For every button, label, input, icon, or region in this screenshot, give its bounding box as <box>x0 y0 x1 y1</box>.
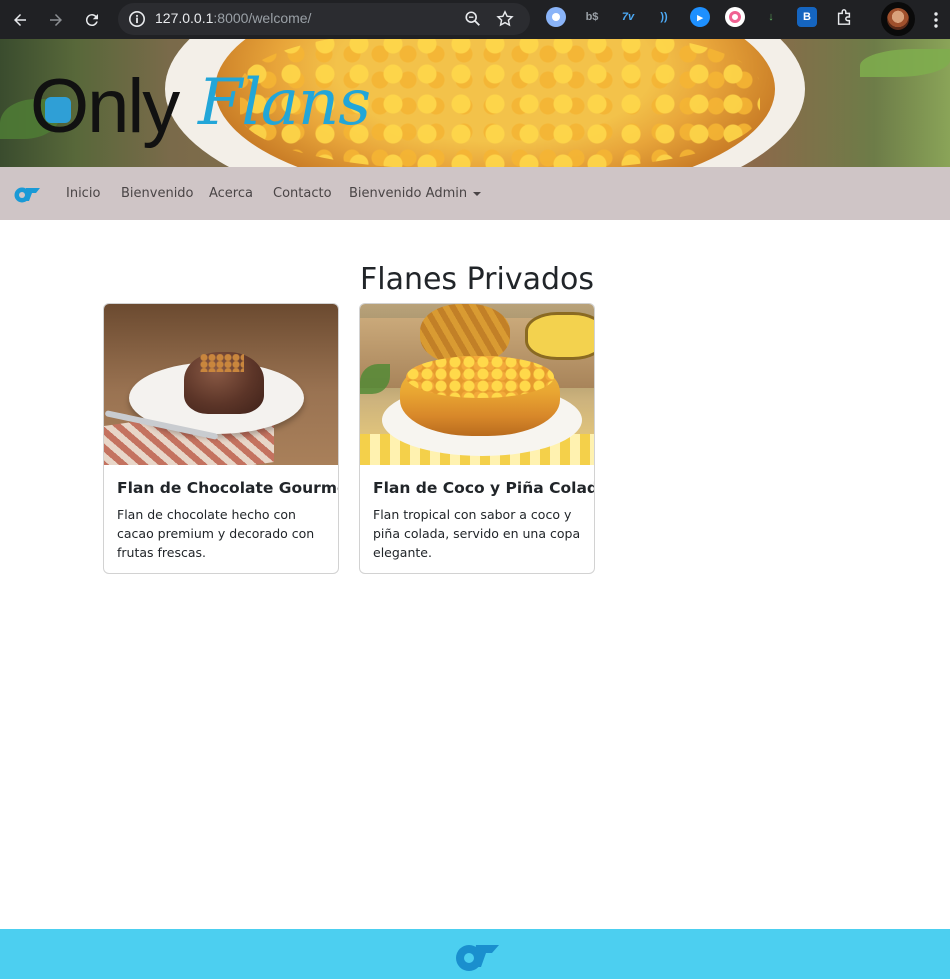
forward-icon[interactable] <box>44 8 68 32</box>
nav-bienvenido[interactable]: Bienvenido <box>121 186 194 201</box>
reload-icon[interactable] <box>80 8 104 32</box>
nav-contacto[interactable]: Contacto <box>273 186 332 201</box>
extension-7v-icon[interactable]: 7v <box>618 7 638 27</box>
brand-logo-icon[interactable] <box>13 184 41 204</box>
url-text[interactable]: 127.0.0.1:8000/welcome/ <box>155 10 311 26</box>
main-navbar: Inicio Bienvenido Acerca Contacto Bienve… <box>0 167 950 220</box>
nav-inicio[interactable]: Inicio <box>66 186 100 201</box>
nav-admin-label: Bienvenido Admin <box>349 186 468 201</box>
flan-card[interactable]: Flan de Chocolate Gourmet Flan de chocol… <box>103 303 339 574</box>
extension-lens-icon[interactable] <box>546 7 566 27</box>
card-text: Flan de chocolate hecho con cacao premiu… <box>117 507 315 560</box>
page-title: Flanes Privados <box>359 262 594 297</box>
site-info-icon[interactable] <box>128 10 146 28</box>
url-path: :8000/welcome/ <box>213 10 312 26</box>
address-bar[interactable]: 127.0.0.1:8000/welcome/ <box>118 3 530 35</box>
footer-logo-icon[interactable] <box>454 940 500 972</box>
logo-text-flans: Flans <box>198 66 371 140</box>
extension-b-icon[interactable]: B <box>797 7 817 27</box>
card-text: Flan tropical con sabor a coco y piña co… <box>373 507 581 560</box>
coco-pina-flan-image <box>360 304 594 465</box>
browser-toolbar: 127.0.0.1:8000/welcome/ b$ 7v )) ▸ ↓ B <box>0 0 950 39</box>
zoom-icon[interactable] <box>464 10 482 28</box>
flan-card[interactable]: Flan de Coco y Piña Colada Flan tropical… <box>359 303 595 574</box>
card-title: Flan de Coco y Piña Colada <box>373 479 595 497</box>
site-footer <box>0 929 950 979</box>
chevron-down-icon <box>473 191 482 196</box>
bookmark-star-icon[interactable] <box>496 10 514 28</box>
extensions-puzzle-icon[interactable] <box>834 7 854 27</box>
card-title: Flan de Chocolate Gourmet <box>117 479 339 497</box>
nav-admin-dropdown[interactable]: Bienvenido Admin <box>349 186 482 201</box>
site-logo[interactable]: Only Flans <box>30 67 390 157</box>
extension-wave-icon[interactable]: )) <box>654 7 674 27</box>
chocolate-flan-image <box>104 304 338 465</box>
extension-target-icon[interactable] <box>725 7 745 27</box>
extension-play-icon[interactable]: ▸ <box>690 7 710 27</box>
extension-bs-icon[interactable]: b$ <box>582 7 602 27</box>
url-host: 127.0.0.1 <box>155 10 214 26</box>
back-icon[interactable] <box>8 8 32 32</box>
extension-download-icon[interactable]: ↓ <box>761 7 781 27</box>
logo-text-only: Only <box>30 64 180 149</box>
profile-avatar[interactable] <box>881 2 915 36</box>
more-menu-icon[interactable] <box>928 10 944 30</box>
leaf-decoration <box>860 49 950 77</box>
nav-acerca[interactable]: Acerca <box>209 186 253 201</box>
hero-banner: Only Flans <box>0 39 950 167</box>
